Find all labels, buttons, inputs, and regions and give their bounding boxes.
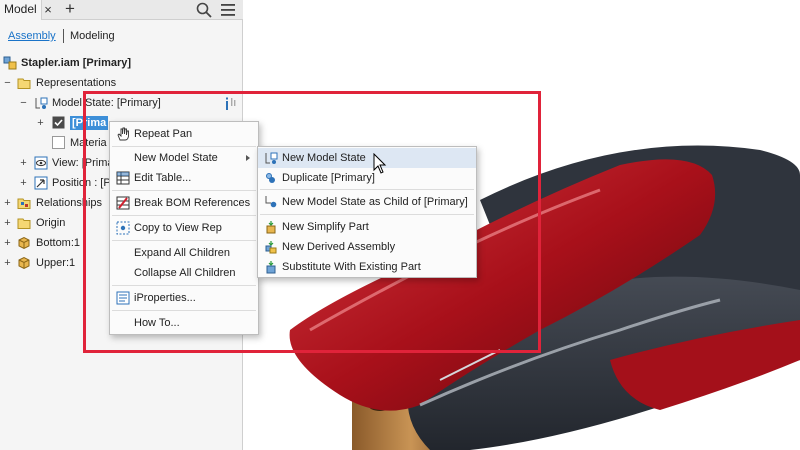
tree-root[interactable]: Stapler.iam [Primary] bbox=[0, 54, 240, 72]
tab-model[interactable]: Model bbox=[0, 0, 42, 20]
derived-assembly-icon bbox=[265, 241, 277, 254]
tree-label-origin: Origin bbox=[36, 217, 66, 229]
checkbox-icon[interactable] bbox=[52, 136, 66, 150]
tree-label-relationships: Relationships bbox=[36, 197, 103, 209]
submenu-arrow-icon bbox=[246, 155, 250, 161]
tree-label-upper: Upper:1 bbox=[36, 257, 76, 269]
hand-pan-icon bbox=[117, 127, 129, 141]
menu-label-break-bom: Break BOM References bbox=[134, 197, 251, 209]
menu-item-new-model-state[interactable]: New Model State bbox=[110, 148, 258, 168]
menu-item-copy-view-rep[interactable]: Copy to View Rep bbox=[110, 218, 258, 238]
menu-separator bbox=[112, 190, 256, 191]
model-state-icon bbox=[35, 97, 48, 109]
menu-item-repeat-pan[interactable]: Repeat Pan bbox=[110, 124, 258, 144]
tree-label-position: Position : [P bbox=[52, 177, 111, 189]
part-icon bbox=[18, 256, 30, 270]
substitute-part-icon bbox=[266, 261, 276, 274]
panel-header: Model × + bbox=[0, 0, 243, 20]
tree-label-bottom: Bottom:1 bbox=[36, 237, 81, 249]
menu-item-how-to[interactable]: How To... bbox=[110, 313, 258, 333]
copy-view-icon bbox=[116, 221, 130, 235]
menu-separator bbox=[260, 189, 474, 190]
collapse-icon[interactable]: − bbox=[3, 78, 12, 89]
menu-separator bbox=[260, 214, 474, 215]
context-menu: Repeat Pan New Model State Edit Table...… bbox=[109, 121, 259, 335]
mode-modeling-link[interactable]: Modeling bbox=[70, 30, 115, 42]
simplify-part-icon bbox=[266, 221, 276, 234]
info-icon bbox=[226, 97, 236, 110]
tree-root-label: Stapler.iam [Primary] bbox=[21, 57, 132, 69]
menu-separator bbox=[112, 285, 256, 286]
menu-item-collapse-all[interactable]: Collapse All Children bbox=[110, 263, 258, 283]
submenu-item-derived[interactable]: New Derived Assembly bbox=[258, 237, 476, 257]
iproperties-icon bbox=[116, 291, 130, 305]
tree-item-representations[interactable]: − Representations bbox=[0, 74, 240, 92]
tree-label-representations: Representations bbox=[36, 77, 117, 89]
checkbox-icon[interactable] bbox=[52, 116, 66, 130]
close-icon[interactable]: × bbox=[40, 0, 56, 20]
submenu-item-new-child[interactable]: New Model State as Child of [Primary] bbox=[258, 192, 476, 212]
part-icon bbox=[18, 236, 30, 250]
menu-item-break-bom[interactable]: Break BOM References bbox=[110, 193, 258, 213]
tree-label-material: Materia bbox=[70, 137, 107, 149]
submenu-new-model-state: New Model State Duplicate [Primary] New … bbox=[257, 146, 477, 278]
submenu-label-new-model-state: New Model State bbox=[282, 152, 366, 164]
tab-model-label: Model bbox=[4, 2, 37, 16]
menu-separator bbox=[112, 215, 256, 216]
submenu-label-derived: New Derived Assembly bbox=[282, 241, 396, 253]
submenu-label-simplify: New Simplify Part bbox=[282, 221, 369, 233]
mode-separator bbox=[63, 29, 64, 43]
view-icon bbox=[34, 156, 48, 170]
submenu-label-duplicate: Duplicate [Primary] bbox=[282, 172, 375, 184]
mode-assembly-link[interactable]: Assembly bbox=[8, 30, 56, 42]
expand-icon[interactable]: + bbox=[36, 118, 45, 129]
origin-folder-icon bbox=[17, 218, 31, 229]
menu-separator bbox=[112, 310, 256, 311]
expand-icon[interactable]: + bbox=[19, 158, 28, 169]
folder-icon bbox=[17, 78, 31, 89]
submenu-item-duplicate[interactable]: Duplicate [Primary] bbox=[258, 168, 476, 188]
expand-icon[interactable]: + bbox=[19, 178, 28, 189]
menu-item-edit-table[interactable]: Edit Table... bbox=[110, 168, 258, 188]
mouse-pointer-icon bbox=[373, 153, 387, 174]
expand-icon[interactable]: + bbox=[3, 198, 12, 209]
tree-item-model-state[interactable]: − Model State: [Primary] bbox=[0, 94, 240, 112]
expand-icon[interactable]: + bbox=[3, 258, 12, 269]
submenu-item-simplify[interactable]: New Simplify Part bbox=[258, 217, 476, 237]
submenu-label-substitute: Substitute With Existing Part bbox=[282, 261, 421, 273]
assembly-icon bbox=[3, 56, 17, 70]
menu-label-new-model-state: New Model State bbox=[134, 152, 218, 164]
menu-separator bbox=[112, 240, 256, 241]
menu-label-iproperties: iProperties... bbox=[134, 292, 196, 304]
menu-label-repeat-pan: Repeat Pan bbox=[134, 128, 193, 140]
menu-label-how-to: How To... bbox=[134, 317, 180, 329]
menu-separator bbox=[112, 146, 256, 147]
collapse-icon[interactable]: − bbox=[19, 98, 28, 109]
menu-label-expand-all: Expand All Children bbox=[134, 247, 231, 259]
child-state-icon bbox=[265, 196, 277, 208]
menu-label-edit-table: Edit Table... bbox=[134, 172, 192, 184]
relationships-icon bbox=[17, 198, 31, 209]
tree-label-view: View: [Prima bbox=[52, 157, 114, 169]
submenu-label-new-child: New Model State as Child of [Primary] bbox=[282, 196, 468, 208]
tree-label-primary: [Prima bbox=[70, 116, 109, 130]
search-icon[interactable] bbox=[196, 2, 212, 18]
break-bom-icon bbox=[116, 196, 130, 210]
add-icon[interactable]: + bbox=[62, 0, 78, 20]
expand-icon[interactable]: + bbox=[3, 238, 12, 249]
submenu-item-substitute[interactable]: Substitute With Existing Part bbox=[258, 257, 476, 277]
menu-item-expand-all[interactable]: Expand All Children bbox=[110, 243, 258, 263]
model-state-icon bbox=[265, 152, 278, 164]
hamburger-menu-icon[interactable] bbox=[220, 3, 236, 17]
expand-icon[interactable]: + bbox=[3, 218, 12, 229]
duplicate-icon bbox=[266, 173, 275, 183]
submenu-item-new-model-state[interactable]: New Model State bbox=[258, 148, 476, 168]
position-icon bbox=[34, 176, 48, 190]
menu-label-collapse-all: Collapse All Children bbox=[134, 267, 236, 279]
menu-label-copy-view-rep: Copy to View Rep bbox=[134, 222, 222, 234]
table-icon bbox=[116, 171, 130, 185]
tree-label-model-state: Model State: [Primary] bbox=[52, 97, 161, 109]
menu-item-iproperties[interactable]: iProperties... bbox=[110, 288, 258, 308]
